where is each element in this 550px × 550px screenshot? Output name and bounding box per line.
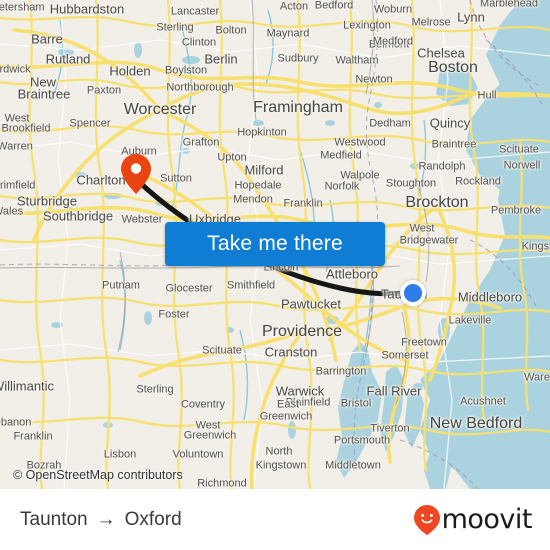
route-summary: Taunton → Oxford	[20, 509, 182, 531]
moovit-pin-icon	[413, 504, 440, 535]
footer-bar: Taunton → Oxford moovit	[0, 489, 550, 550]
arrow-right-icon: →	[96, 509, 116, 530]
moovit-wordmark: moovit	[441, 504, 533, 535]
map-pin-icon	[121, 154, 151, 194]
destination-pin-oxford[interactable]	[121, 154, 151, 194]
take-me-there-button[interactable]: Take me there	[165, 222, 385, 266]
moovit-logo[interactable]: moovit	[413, 504, 533, 535]
origin-dot-taunton[interactable]	[400, 280, 426, 306]
map-canvas[interactable]: PetershamHubbardstonLancasterActonBedfor…	[0, 0, 550, 489]
route-destination-label: Oxford	[124, 508, 182, 530]
route-origin-label: Taunton	[20, 508, 88, 530]
osm-attribution[interactable]: © OpenStreetMap contributors	[13, 468, 183, 482]
moovit-route-map-screen: PetershamHubbardstonLancasterActonBedfor…	[0, 0, 550, 550]
